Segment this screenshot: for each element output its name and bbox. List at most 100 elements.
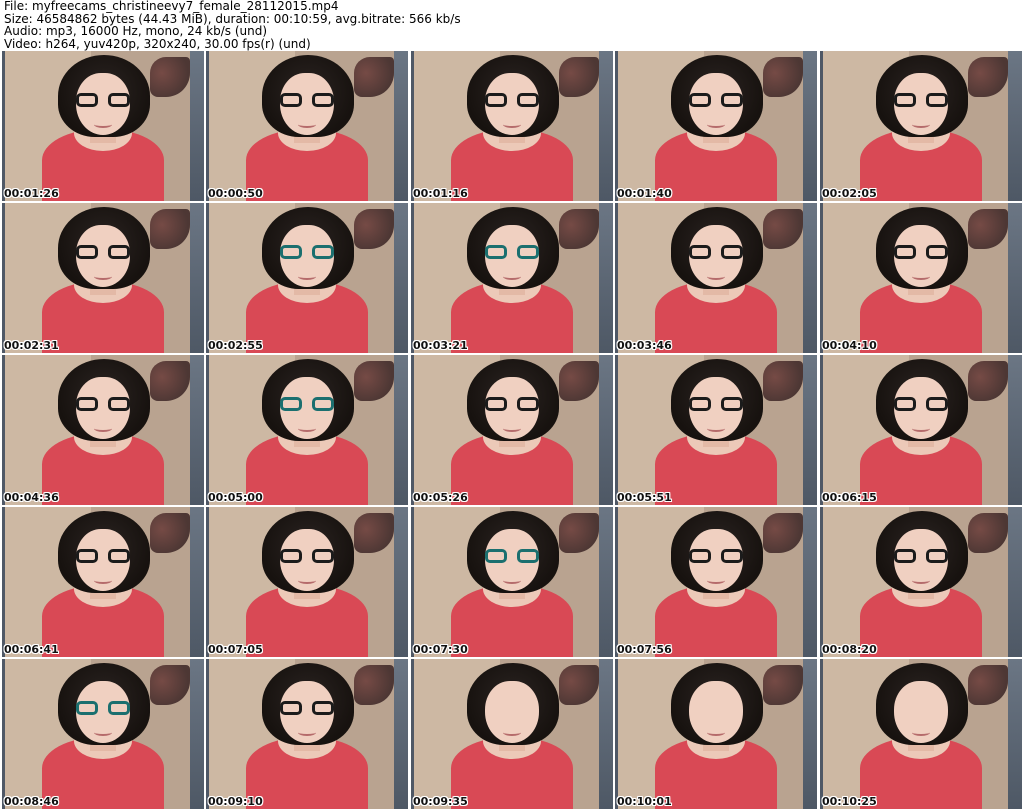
thumbnail-glasses (687, 549, 745, 565)
thumbnail-timestamp: 00:07:05 (208, 643, 263, 656)
thumbnail-mouth (503, 729, 521, 736)
thumbnail-curtain (763, 361, 803, 401)
video-thumbnail: 00:02:31 (2, 203, 204, 353)
thumbnail-curtain (968, 209, 1008, 249)
thumbnail-wall-shadow (599, 203, 613, 353)
thumbnail-wall-shadow (190, 659, 204, 809)
video-thumbnail: 00:01:26 (2, 51, 204, 201)
thumbnail-mouth (912, 273, 930, 280)
thumbnail-mouth (503, 577, 521, 584)
thumbnail-glasses (278, 93, 336, 109)
audio-info-line: Audio: mp3, 16000 Hz, mono, 24 kb/s (und… (4, 24, 268, 38)
thumbnail-mouth (94, 729, 112, 736)
thumbnail-curtain (150, 361, 190, 401)
thumbnail-curtain (559, 361, 599, 401)
thumbnail-wall-shadow (803, 203, 817, 353)
video-thumbnail: 00:06:15 (820, 355, 1022, 505)
thumbnail-mouth (298, 121, 316, 128)
thumbnail-wall-shadow (1008, 355, 1022, 505)
thumbnail-curtain (559, 513, 599, 553)
thumbnail-grid: 00:01:26 00:00:50 00:01:16 00:01:40 00:02:05… (0, 51, 1024, 811)
thumbnail-mouth (298, 577, 316, 584)
thumbnail-curtain (968, 57, 1008, 97)
thumbnail-curtain (559, 209, 599, 249)
video-thumbnail: 00:05:26 (411, 355, 613, 505)
thumbnail-timestamp: 00:01:40 (617, 187, 672, 200)
thumbnail-timestamp: 00:01:16 (413, 187, 468, 200)
thumbnail-wall-shadow (394, 355, 408, 505)
thumbnail-timestamp: 00:08:46 (4, 795, 59, 808)
thumbnail-mouth (94, 577, 112, 584)
thumbnail-timestamp: 00:10:01 (617, 795, 672, 808)
thumbnail-glasses (74, 549, 132, 565)
thumbnail-curtain (354, 665, 394, 705)
thumbnail-wall-shadow (394, 507, 408, 657)
thumbnail-glasses (74, 701, 132, 717)
thumbnail-wall-shadow (394, 203, 408, 353)
file-name-line: File: myfreecams_christineevy7_female_28… (4, 0, 339, 13)
thumbnail-timestamp: 00:01:26 (4, 187, 59, 200)
thumbnail-timestamp: 00:09:35 (413, 795, 468, 808)
thumbnail-mouth (298, 273, 316, 280)
thumbnail-glasses (278, 701, 336, 717)
thumbnail-curtain (763, 513, 803, 553)
thumbnail-curtain (354, 57, 394, 97)
thumbnail-wall-shadow (190, 203, 204, 353)
thumbnail-glasses (483, 397, 541, 413)
thumbnail-wall-shadow (599, 355, 613, 505)
thumbnail-curtain (559, 665, 599, 705)
thumbnail-wall-shadow (599, 659, 613, 809)
thumbnail-curtain (559, 57, 599, 97)
thumbnail-wall-shadow (599, 507, 613, 657)
video-thumbnail: 00:06:41 (2, 507, 204, 657)
video-thumbnail: 00:05:00 (206, 355, 408, 505)
file-info-header: File: myfreecams_christineevy7_female_28… (4, 0, 1020, 50)
thumbnail-glasses (687, 93, 745, 109)
thumbnail-mouth (94, 425, 112, 432)
video-thumbnail: 00:04:10 (820, 203, 1022, 353)
thumbnail-wall-shadow (599, 51, 613, 201)
thumbnail-timestamp: 00:07:30 (413, 643, 468, 656)
thumbnail-curtain (763, 209, 803, 249)
thumbnail-curtain (150, 665, 190, 705)
video-thumbnail: 00:09:35 (411, 659, 613, 809)
thumbnail-mouth (912, 729, 930, 736)
thumbnail-glasses (892, 245, 950, 261)
thumbnail-glasses (483, 93, 541, 109)
video-thumbnail: 00:07:56 (615, 507, 817, 657)
thumbnail-wall-shadow (394, 659, 408, 809)
thumbnail-curtain (968, 361, 1008, 401)
thumbnail-wall-shadow (394, 51, 408, 201)
video-thumbnail: 00:08:20 (820, 507, 1022, 657)
thumbnail-timestamp: 00:04:36 (4, 491, 59, 504)
thumbnail-mouth (707, 729, 725, 736)
thumbnail-mouth (503, 273, 521, 280)
thumbnail-curtain (968, 665, 1008, 705)
thumbnail-glasses (278, 245, 336, 261)
video-thumbnail: 00:01:16 (411, 51, 613, 201)
thumbnail-mouth (912, 425, 930, 432)
thumbnail-mouth (707, 425, 725, 432)
thumbnail-timestamp: 00:02:05 (822, 187, 877, 200)
thumbnail-wall-shadow (190, 355, 204, 505)
thumbnail-curtain (354, 361, 394, 401)
thumbnail-wall-shadow (1008, 659, 1022, 809)
video-thumbnail: 00:09:10 (206, 659, 408, 809)
thumbnail-wall-shadow (803, 659, 817, 809)
thumbnail-curtain (150, 513, 190, 553)
thumbnail-wall-shadow (803, 355, 817, 505)
thumbnail-timestamp: 00:08:20 (822, 643, 877, 656)
thumbnail-glasses (892, 397, 950, 413)
thumbnail-glasses (483, 549, 541, 565)
thumbnail-curtain (150, 57, 190, 97)
thumbnail-timestamp: 00:07:56 (617, 643, 672, 656)
video-thumbnail: 00:07:30 (411, 507, 613, 657)
thumbnail-timestamp: 00:09:10 (208, 795, 263, 808)
thumbnail-timestamp: 00:02:55 (208, 339, 263, 352)
thumbnail-mouth (94, 273, 112, 280)
thumbnail-glasses (278, 549, 336, 565)
thumbnail-glasses (74, 397, 132, 413)
thumbnail-mouth (912, 577, 930, 584)
thumbnail-curtain (150, 209, 190, 249)
thumbnail-mouth (912, 121, 930, 128)
